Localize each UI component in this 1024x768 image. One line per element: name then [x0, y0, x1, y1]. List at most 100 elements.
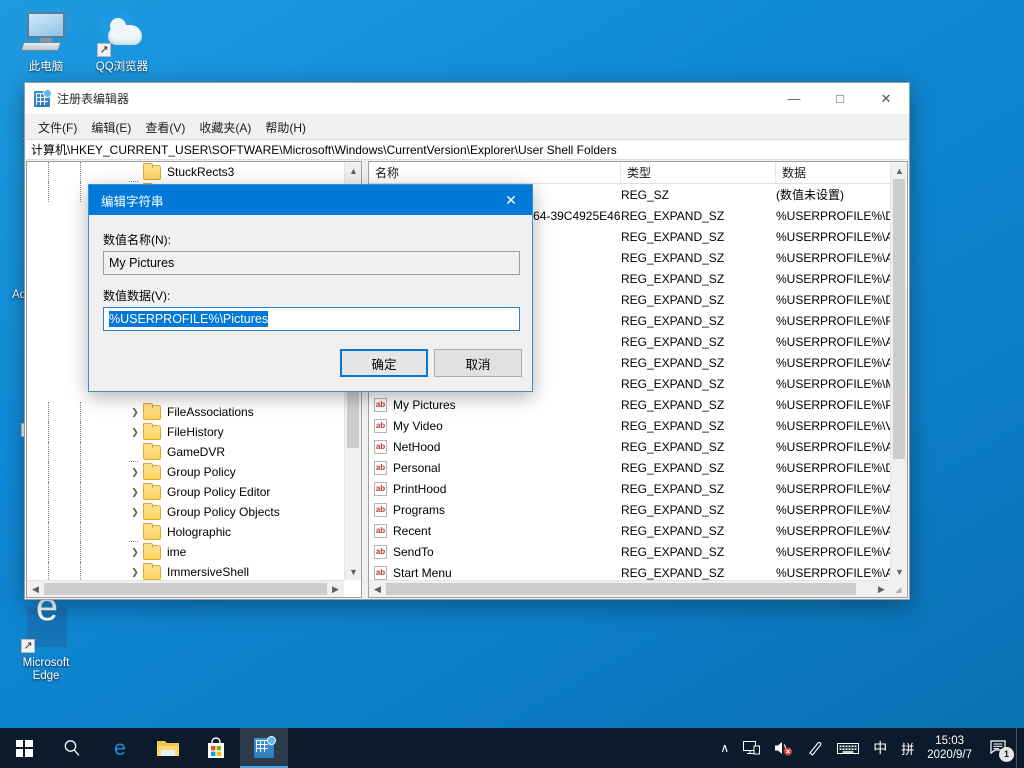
- scrollbar-thumb[interactable]: [893, 179, 905, 459]
- chevron-right-icon[interactable]: ❯: [127, 407, 143, 418]
- window-titlebar[interactable]: 注册表编辑器 — □ ✕: [25, 83, 909, 115]
- stylus-pen-icon: [807, 740, 823, 756]
- taskbar[interactable]: e ∧: [0, 728, 1024, 768]
- pen-icon[interactable]: [800, 728, 830, 768]
- table-row[interactable]: abSendTo REG_EXPAND_SZ %USERPROFILE%\App…: [369, 541, 890, 562]
- column-header-name[interactable]: 名称: [369, 162, 621, 183]
- scrollbar-thumb[interactable]: [386, 583, 856, 595]
- menu-favorites[interactable]: 收藏夹(A): [192, 116, 258, 139]
- table-row[interactable]: abPrograms REG_EXPAND_SZ %USERPROFILE%\A…: [369, 499, 890, 520]
- ime-mode-indicator[interactable]: 中: [866, 728, 894, 768]
- address-bar[interactable]: 计算机\HKEY_CURRENT_USER\SOFTWARE\Microsoft…: [26, 139, 908, 160]
- ime-pinyin-indicator[interactable]: 拼: [894, 728, 921, 768]
- taskbar-regedit-button[interactable]: [240, 728, 288, 768]
- tree-item[interactable]: ❯ FileAssociations: [27, 402, 344, 422]
- tree-item[interactable]: ❯ ime: [27, 542, 344, 562]
- start-button[interactable]: [0, 728, 48, 768]
- tree-horizontal-scrollbar[interactable]: ◀ ▶: [27, 580, 344, 597]
- dialog-titlebar[interactable]: 编辑字符串 ✕: [89, 185, 532, 215]
- value-data: %USERPROFILE%\Videos: [776, 419, 890, 433]
- chevron-right-icon[interactable]: ❯: [127, 507, 143, 518]
- chevron-right-icon[interactable]: ❯: [127, 547, 143, 558]
- chevron-right-icon[interactable]: ❯: [127, 467, 143, 478]
- tree-item[interactable]: Holographic: [27, 522, 344, 542]
- edit-string-dialog[interactable]: 编辑字符串 ✕ 数值名称(N): My Pictures 数值数据(V): %U…: [88, 184, 533, 392]
- desktop-icon-qq-browser[interactable]: ↗ QQ浏览器: [84, 8, 160, 74]
- desktop-icon-microsoft-edge[interactable]: ↗ Microsoft Edge: [8, 604, 84, 683]
- folder-icon: [143, 425, 161, 440]
- taskbar-file-explorer-button[interactable]: [144, 728, 192, 768]
- system-tray[interactable]: ∧: [713, 728, 1024, 768]
- table-row[interactable]: abMy Video REG_EXPAND_SZ %USERPROFILE%\V…: [369, 415, 890, 436]
- menubar[interactable]: 文件(F) 编辑(E) 查看(V) 收藏夹(A) 帮助(H): [25, 115, 909, 139]
- clock[interactable]: 15:03 2020/9/7: [921, 728, 982, 768]
- tree-item[interactable]: ❯ ImmersiveShell: [27, 562, 344, 580]
- value-data-input[interactable]: %USERPROFILE%\Pictures: [103, 307, 520, 331]
- maximize-button[interactable]: □: [817, 83, 863, 114]
- close-button[interactable]: ✕: [863, 83, 909, 114]
- column-header-data[interactable]: 数据: [776, 162, 907, 183]
- scroll-up-icon[interactable]: ▲: [345, 162, 362, 179]
- value-type: REG_EXPAND_SZ: [621, 545, 724, 559]
- list-vertical-scrollbar[interactable]: ▲ ▼: [890, 162, 907, 580]
- value-name: My Pictures: [393, 398, 456, 412]
- touch-keyboard-icon: [837, 741, 859, 755]
- resize-grip[interactable]: ◢: [890, 580, 907, 597]
- search-button[interactable]: [48, 728, 96, 768]
- table-row[interactable]: abPrintHood REG_EXPAND_SZ %USERPROFILE%\…: [369, 478, 890, 499]
- tree-item[interactable]: StuckRects3: [27, 162, 344, 182]
- value-name-input[interactable]: My Pictures: [103, 251, 520, 275]
- taskbar-store-button[interactable]: [192, 728, 240, 768]
- chevron-right-icon[interactable]: ❯: [127, 427, 143, 438]
- chevron-right-icon[interactable]: ❯: [127, 567, 143, 578]
- desktop[interactable]: 此电脑 ↗ QQ浏览器 控制面板 D盘 Administrator 文档 ↗ I…: [0, 0, 1024, 768]
- scroll-left-icon[interactable]: ◀: [27, 581, 44, 598]
- tree-item[interactable]: ❯ Group Policy: [27, 462, 344, 482]
- string-value-icon: ab: [374, 503, 387, 517]
- scroll-right-icon[interactable]: ▶: [327, 581, 344, 598]
- string-value-icon: ab: [374, 461, 387, 475]
- show-desktop-button[interactable]: [1016, 728, 1024, 768]
- table-row[interactable]: abMy Pictures REG_EXPAND_SZ %USERPROFILE…: [369, 394, 890, 415]
- table-row[interactable]: abStart Menu REG_EXPAND_SZ %USERPROFILE%…: [369, 562, 890, 580]
- value-type: REG_EXPAND_SZ: [621, 440, 724, 454]
- tree-item[interactable]: ❯ FileHistory: [27, 422, 344, 442]
- desktop-icon-this-pc[interactable]: 此电脑: [8, 8, 84, 74]
- menu-view[interactable]: 查看(V): [138, 116, 192, 139]
- tree-item[interactable]: ❯ Group Policy Editor: [27, 482, 344, 502]
- scroll-down-icon[interactable]: ▼: [345, 563, 362, 580]
- list-horizontal-scrollbar[interactable]: ◀ ▶: [369, 580, 890, 597]
- column-header-type[interactable]: 类型: [621, 162, 776, 183]
- list-header[interactable]: 名称 类型 数据: [369, 162, 907, 184]
- value-type: REG_EXPAND_SZ: [621, 524, 724, 538]
- keyboard-icon[interactable]: [830, 728, 866, 768]
- scroll-up-icon[interactable]: ▲: [891, 162, 908, 179]
- cancel-button[interactable]: 取消: [434, 349, 522, 377]
- network-icon[interactable]: [736, 728, 767, 768]
- menu-help[interactable]: 帮助(H): [258, 116, 313, 139]
- value-data: %USERPROFILE%\AppData\Roaming: [776, 482, 890, 496]
- ok-button[interactable]: 确定: [340, 349, 428, 377]
- menu-edit[interactable]: 编辑(E): [84, 116, 138, 139]
- scrollbar-thumb[interactable]: [44, 583, 327, 595]
- value-data: %USERPROFILE%\AppData\Local\Microsoft: [776, 272, 890, 286]
- volume-muted-icon[interactable]: [767, 728, 800, 768]
- scroll-down-icon[interactable]: ▼: [891, 563, 908, 580]
- table-row[interactable]: abPersonal REG_EXPAND_SZ %USERPROFILE%\D…: [369, 457, 890, 478]
- tray-chevron-up-icon[interactable]: ∧: [713, 728, 736, 768]
- table-row[interactable]: abNetHood REG_EXPAND_SZ %USERPROFILE%\Ap…: [369, 436, 890, 457]
- network-monitor-icon: [743, 741, 760, 756]
- dialog-close-button[interactable]: ✕: [490, 185, 532, 215]
- taskbar-edge-button[interactable]: e: [96, 728, 144, 768]
- string-value-icon: ab: [374, 440, 387, 454]
- table-row[interactable]: abRecent REG_EXPAND_SZ %USERPROFILE%\App…: [369, 520, 890, 541]
- scroll-left-icon[interactable]: ◀: [369, 581, 386, 598]
- tree-item[interactable]: ❯ Group Policy Objects: [27, 502, 344, 522]
- notification-center-button[interactable]: 1: [982, 728, 1016, 768]
- menu-file[interactable]: 文件(F): [31, 116, 84, 139]
- minimize-button[interactable]: —: [771, 83, 817, 114]
- tree-item[interactable]: GameDVR: [27, 442, 344, 462]
- scroll-right-icon[interactable]: ▶: [873, 581, 890, 598]
- chevron-right-icon[interactable]: ❯: [127, 487, 143, 498]
- scrollbar-thumb[interactable]: [347, 384, 359, 448]
